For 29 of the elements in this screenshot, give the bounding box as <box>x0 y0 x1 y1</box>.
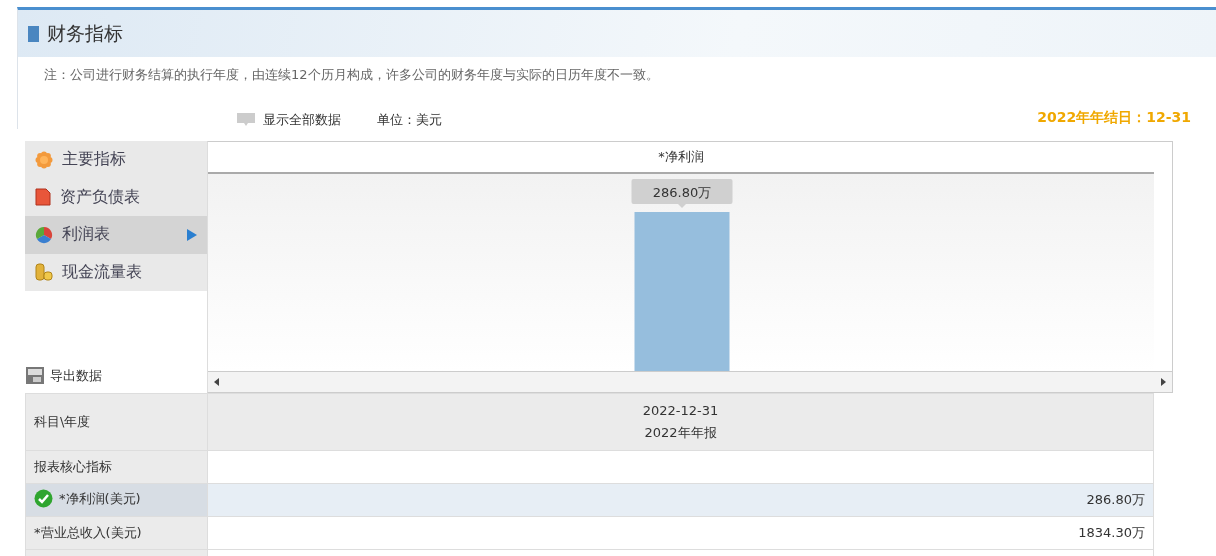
unit-label: 单位：美元 <box>377 111 442 129</box>
scroll-left-icon[interactable] <box>214 377 219 386</box>
sidebar-item[interactable]: 利润表 <box>25 216 207 254</box>
section-icon <box>28 25 39 42</box>
pie-chart-icon <box>35 225 53 244</box>
year-end-label: 2022年年结日：12-31 <box>1037 108 1191 127</box>
sidebar-item[interactable]: 现金流量表 <box>25 253 207 291</box>
speech-bubble-icon <box>236 112 256 128</box>
flower-icon <box>35 150 53 169</box>
section-label: 报表核心指标 <box>25 450 208 484</box>
sidebar-item[interactable]: 主要指标 <box>25 141 207 179</box>
value-tooltip: 286.80万 <box>631 178 733 208</box>
note-text: 注：公司进行财务结算的执行年度，由连续12个历月构成，许多公司的财务年度与实际的日历年度不一致。 <box>43 66 660 84</box>
table-header-cell: 科目\年度 <box>25 393 208 451</box>
check-icon <box>34 489 53 508</box>
export-icon <box>25 366 45 385</box>
page-title: 财务指标 <box>47 20 123 46</box>
row-label: *营业总收入(美元) <box>34 524 142 542</box>
coins-icon <box>35 263 53 282</box>
document-icon <box>35 188 51 207</box>
triangle-icon <box>187 228 197 241</box>
table-cell: 286.80万 <box>207 483 1154 517</box>
table-header-cell: 2022-12-31 2022年年报 <box>207 393 1154 451</box>
export-link[interactable]: 导出数据 <box>50 366 102 385</box>
sidebar-item[interactable]: 资产负债表 <box>25 178 207 216</box>
row-label: *净利润(美元) <box>59 489 141 508</box>
show-all-link[interactable]: 显示全部数据 <box>236 111 341 129</box>
scroll-right-icon[interactable] <box>1161 377 1166 386</box>
table-cell: 1834.30万 <box>207 516 1154 550</box>
